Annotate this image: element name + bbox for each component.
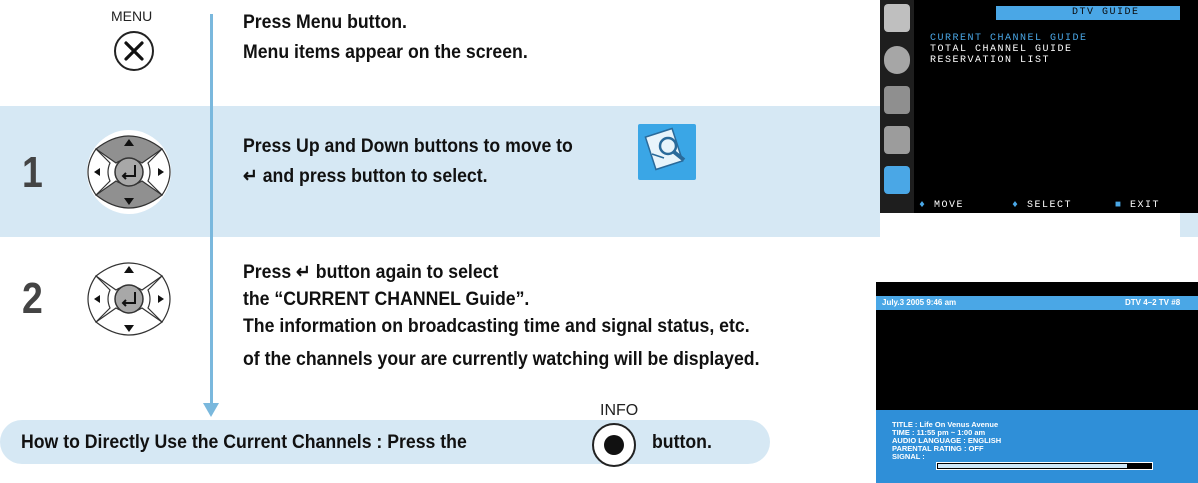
tv-sound-icon	[884, 46, 910, 74]
left-right-icon: ♦	[1012, 200, 1020, 211]
info-button[interactable]	[591, 422, 637, 468]
step2-line4: of the channels your are currently watch…	[243, 349, 760, 370]
step-number-1: 1	[22, 148, 43, 197]
tv-channel-icon	[884, 86, 910, 114]
flow-line	[210, 14, 213, 406]
tv-footer-move: ♦ MOVE	[919, 200, 965, 211]
direct-use-text: How to Directly Use the Current Channels…	[21, 432, 467, 453]
tv-guide-header: DTV GUIDE	[1072, 7, 1140, 18]
flow-arrowhead	[203, 403, 219, 417]
menu-x-button[interactable]	[113, 30, 155, 72]
menu-button-label: MENU	[111, 8, 153, 24]
direct-use-button-text: button.	[652, 432, 712, 453]
info-button-label: INFO	[600, 402, 639, 419]
tv-guide-item-total: TOTAL CHANNEL GUIDE	[930, 44, 1073, 55]
tv-info-details: TITLE : Life On Venus Avenue TIME : 11:5…	[892, 421, 1001, 461]
tv-footer-exit: ■ EXIT	[1115, 200, 1161, 211]
menu-title: Press Menu button.	[243, 12, 407, 33]
tv-guide-icon	[884, 166, 910, 194]
signal-bar-fill	[938, 464, 1127, 468]
tv-picture-icon	[884, 4, 910, 32]
tv-guide-item-reservation: RESERVATION LIST	[930, 55, 1051, 66]
tv-footer-select: ♦ SELECT	[1012, 200, 1073, 211]
tv-info-date: July.3 2005 9:46 am	[882, 298, 957, 307]
menu-desc: Menu items appear on the screen.	[243, 42, 528, 63]
tv-guide-item-current: CURRENT CHANNEL GUIDE	[930, 33, 1088, 44]
tv-screen-dtv-guide	[880, 0, 1198, 213]
dpad-enter[interactable]	[86, 256, 172, 342]
exit-icon: ■	[1115, 200, 1123, 211]
step2-line3: The information on broadcasting time and…	[243, 316, 750, 337]
up-down-icon: ♦	[919, 200, 927, 211]
dpad-up-down-highlighted[interactable]	[86, 129, 172, 215]
tv-setup-icon	[884, 126, 910, 154]
step-number-2: 2	[22, 274, 43, 323]
tv-info-channel: DTV 4–2 TV #8	[1125, 298, 1181, 307]
dtv-guide-icon	[638, 124, 696, 180]
tv-info-signal-label: SIGNAL :	[892, 452, 925, 461]
step2-line2: the “CURRENT CHANNEL Guide”.	[243, 289, 530, 310]
step1-line1: Press Up and Down buttons to move to	[243, 136, 573, 157]
step1-line2: ↵ and press button to select.	[243, 166, 488, 187]
step2-line1: Press ↵ button again to select	[243, 262, 499, 283]
